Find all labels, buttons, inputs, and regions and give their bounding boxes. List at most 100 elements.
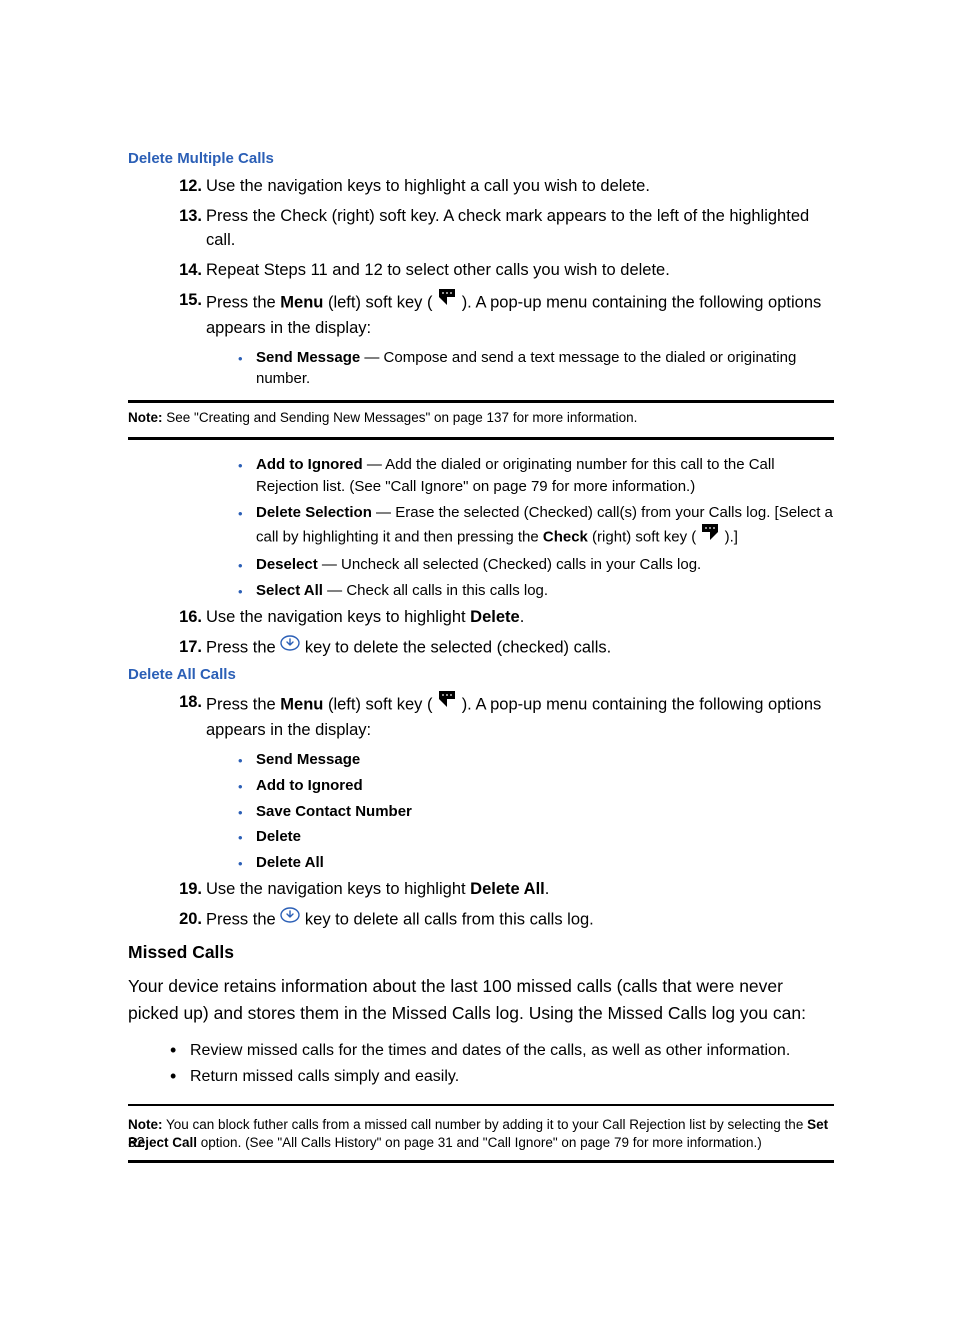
bullet-icon: • bbox=[238, 502, 256, 524]
bullet-icon: • bbox=[238, 347, 256, 369]
label: Add to Ignored bbox=[256, 775, 834, 797]
step-13: 13. Press the Check (right) soft key. A … bbox=[178, 205, 834, 253]
step-number: 12. bbox=[178, 175, 202, 199]
numbered-list: 18. Press the Menu (left) soft key ( ). … bbox=[178, 691, 834, 743]
note-separator-top bbox=[128, 400, 834, 403]
bullet-icon: • bbox=[238, 580, 256, 602]
center-key-icon bbox=[280, 635, 300, 659]
text: key to delete the selected (checked) cal… bbox=[305, 638, 611, 656]
menu-label: Menu bbox=[280, 293, 323, 311]
step-number: 13. bbox=[178, 205, 202, 253]
text: Press the bbox=[206, 695, 280, 713]
step-number: 15. bbox=[178, 289, 202, 341]
step-14: 14. Repeat Steps 11 and 12 to select oth… bbox=[178, 259, 834, 283]
bullet-delete-selection: • Delete Selection — Erase the selected … bbox=[238, 502, 834, 551]
step-text: Press the key to delete all calls from t… bbox=[206, 908, 834, 932]
bullet-list: •Send Message •Add to Ignored •Save Cont… bbox=[238, 749, 834, 874]
bullet-icon: • bbox=[170, 1069, 190, 1083]
step-17: 17. Press the key to delete the selected… bbox=[178, 636, 834, 660]
step-16: 16. Use the navigation keys to highlight… bbox=[178, 606, 834, 630]
bullet-icon: • bbox=[238, 852, 256, 874]
label: Send Message bbox=[256, 749, 834, 771]
text: . bbox=[545, 880, 550, 898]
step-number: 14. bbox=[178, 259, 202, 283]
note-separator-bottom bbox=[128, 1160, 834, 1163]
step-number: 19. bbox=[178, 878, 202, 902]
bullet-save-contact-number: •Save Contact Number bbox=[238, 801, 834, 823]
step-text: Use the navigation keys to highlight Del… bbox=[206, 606, 834, 630]
text: (left) soft key ( bbox=[323, 695, 432, 713]
label: Add to Ignored bbox=[256, 456, 363, 473]
text: Press the bbox=[206, 638, 280, 656]
bullet-list: • Add to Ignored — Add the dialed or ori… bbox=[238, 454, 834, 602]
bullet-list: •Review missed calls for the times and d… bbox=[170, 1042, 834, 1086]
bullet-send-message: • Send Message — Compose and send a text… bbox=[238, 347, 834, 391]
step-19: 19. Use the navigation keys to highlight… bbox=[178, 878, 834, 902]
soft-key-right-icon bbox=[700, 522, 720, 549]
step-text: Repeat Steps 11 and 12 to select other c… bbox=[206, 259, 834, 283]
text: Use the navigation keys to highlight bbox=[206, 608, 470, 626]
label: Deselect bbox=[256, 556, 318, 573]
bullet-text: Deselect — Uncheck all selected (Checked… bbox=[256, 554, 834, 576]
bullet-text: Delete Selection — Erase the selected (C… bbox=[256, 502, 834, 551]
label: Delete Selection bbox=[256, 504, 372, 521]
bullet-icon: • bbox=[238, 826, 256, 848]
step-number: 16. bbox=[178, 606, 202, 630]
text: — Check all calls in this calls log. bbox=[323, 582, 548, 599]
page: Delete Multiple Calls 12. Use the naviga… bbox=[0, 0, 954, 1319]
step-text: Press the Check (right) soft key. A chec… bbox=[206, 205, 834, 253]
numbered-list: 19. Use the navigation keys to highlight… bbox=[178, 878, 834, 932]
text: Press the bbox=[206, 910, 280, 928]
bullet-icon: • bbox=[238, 554, 256, 576]
label: Save Contact Number bbox=[256, 801, 834, 823]
bullet-text: Select All — Check all calls in this cal… bbox=[256, 580, 834, 602]
step-text: Press the Menu (left) soft key ( ). A po… bbox=[206, 289, 834, 341]
step-text: Use the navigation keys to highlight Del… bbox=[206, 878, 834, 902]
soft-key-left-icon bbox=[437, 287, 457, 315]
note-separator-top bbox=[128, 1104, 834, 1106]
step-number: 17. bbox=[178, 636, 202, 660]
bullet-icon: • bbox=[238, 775, 256, 797]
delete-all-label: Delete All bbox=[470, 880, 545, 898]
bullet-select-all: • Select All — Check all calls in this c… bbox=[238, 580, 834, 602]
bullet-text: Send Message — Compose and send a text m… bbox=[256, 347, 834, 391]
bullet-delete: •Delete bbox=[238, 826, 834, 848]
label: Send Message bbox=[256, 349, 360, 366]
text: — Uncheck all selected (Checked) calls i… bbox=[318, 556, 702, 573]
label: Delete All bbox=[256, 852, 834, 874]
bullet-icon: • bbox=[170, 1043, 190, 1057]
label: Delete bbox=[256, 826, 834, 848]
heading-missed-calls: Missed Calls bbox=[128, 942, 834, 963]
bullet-add-to-ignored: •Add to Ignored bbox=[238, 775, 834, 797]
text: key to delete all calls from this calls … bbox=[305, 910, 594, 928]
heading-delete-all-calls: Delete All Calls bbox=[128, 666, 834, 683]
bullet-list: • Send Message — Compose and send a text… bbox=[238, 347, 834, 391]
bullet-review-missed: •Review missed calls for the times and d… bbox=[170, 1042, 834, 1060]
center-key-icon bbox=[280, 907, 300, 931]
text: Return missed calls simply and easily. bbox=[190, 1068, 459, 1086]
numbered-list: 16. Use the navigation keys to highlight… bbox=[178, 606, 834, 660]
step-18: 18. Press the Menu (left) soft key ( ). … bbox=[178, 691, 834, 743]
step-12: 12. Use the navigation keys to highlight… bbox=[178, 175, 834, 199]
text: option. (See "All Calls History" on page… bbox=[197, 1135, 762, 1150]
text: (right) soft key ( bbox=[588, 528, 696, 545]
bullet-icon: • bbox=[238, 454, 256, 476]
note-label: Note: bbox=[128, 410, 163, 425]
check-label: Check bbox=[543, 528, 588, 545]
text: Press the bbox=[206, 293, 280, 311]
step-15: 15. Press the Menu (left) soft key ( ). … bbox=[178, 289, 834, 341]
text: ).] bbox=[725, 528, 738, 545]
page-number: 32 bbox=[128, 1134, 145, 1151]
bullet-return-missed: •Return missed calls simply and easily. bbox=[170, 1068, 834, 1086]
bullet-text: Add to Ignored — Add the dialed or origi… bbox=[256, 454, 834, 498]
text: Use the navigation keys to highlight bbox=[206, 880, 470, 898]
heading-delete-multiple-calls: Delete Multiple Calls bbox=[128, 150, 834, 167]
text: You can block futher calls from a missed… bbox=[163, 1117, 808, 1132]
note-2: Note: You can block futher calls from a … bbox=[128, 1116, 834, 1152]
bullet-send-message: •Send Message bbox=[238, 749, 834, 771]
label: Select All bbox=[256, 582, 323, 599]
note-label: Note: bbox=[128, 1117, 163, 1132]
soft-key-left-icon bbox=[437, 689, 457, 717]
bullet-delete-all: •Delete All bbox=[238, 852, 834, 874]
delete-label: Delete bbox=[470, 608, 520, 626]
